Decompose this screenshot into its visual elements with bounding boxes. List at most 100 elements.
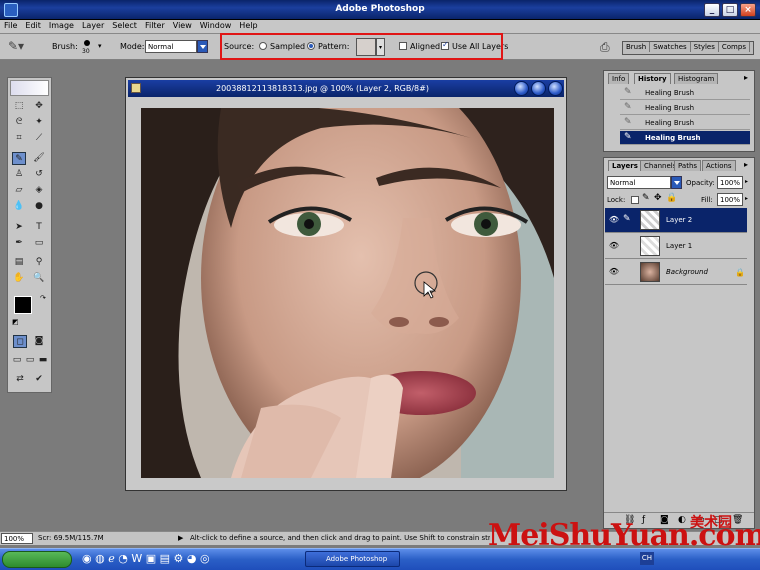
- eyedropper-tool-icon[interactable]: ⚲: [32, 256, 46, 269]
- quick-mask-mode-icon[interactable]: ◙: [32, 335, 46, 348]
- quick-launch-media-icon[interactable]: ◔: [118, 552, 128, 565]
- clone-stamp-tool-icon[interactable]: ♙: [12, 168, 26, 181]
- close-button[interactable]: ×: [740, 3, 756, 17]
- history-brush-tool-icon[interactable]: ↺: [32, 168, 46, 181]
- default-colors-icon[interactable]: ◩: [12, 318, 19, 326]
- language-indicator[interactable]: CH: [640, 552, 654, 565]
- opacity-input[interactable]: 100%: [717, 176, 743, 189]
- layer-row[interactable]: 👁 Background 🔒: [605, 260, 747, 285]
- tab-layers[interactable]: Layers: [608, 160, 642, 171]
- blur-tool-icon[interactable]: 💧: [12, 200, 26, 213]
- menu-filter[interactable]: Filter: [141, 20, 169, 31]
- edit-in-imageready-icon[interactable]: ✔: [32, 373, 46, 386]
- quick-launch-word-icon[interactable]: W: [131, 552, 142, 565]
- eraser-tool-icon[interactable]: ▱: [12, 184, 26, 197]
- magic-wand-tool-icon[interactable]: ✦: [32, 116, 46, 129]
- history-state[interactable]: Healing Brush: [620, 101, 750, 115]
- tab-history[interactable]: History: [634, 73, 671, 84]
- menu-layer[interactable]: Layer: [78, 20, 108, 31]
- tab-histogram[interactable]: Histogram: [674, 73, 719, 84]
- tab-info[interactable]: Info: [608, 73, 630, 84]
- paint-bucket-tool-icon[interactable]: ◈: [32, 184, 46, 197]
- lock-pixels-icon[interactable]: ✎: [642, 193, 650, 203]
- doc-minimize-button[interactable]: [514, 81, 529, 96]
- brush-tool-icon[interactable]: 🖌: [32, 152, 46, 165]
- palette-tab-brush[interactable]: Brush: [623, 42, 651, 52]
- quick-launch-browser-icon[interactable]: ◍: [95, 552, 105, 565]
- blend-mode-dropdown-icon[interactable]: [671, 176, 682, 189]
- zoom-tool-icon[interactable]: 🔍: [32, 272, 46, 285]
- menu-window[interactable]: Window: [196, 20, 236, 31]
- canvas-image[interactable]: [141, 108, 554, 478]
- tool-preset-healing-brush-icon[interactable]: ✎▾: [8, 40, 34, 54]
- quick-launch-qq-icon[interactable]: ◕: [187, 552, 197, 565]
- hand-tool-icon[interactable]: ✋: [12, 272, 26, 285]
- menu-help[interactable]: Help: [235, 20, 261, 31]
- foreground-color-swatch[interactable]: [14, 296, 32, 314]
- start-button[interactable]: [2, 551, 72, 568]
- visibility-eye-icon[interactable]: 👁: [608, 268, 620, 277]
- toolbox-logo[interactable]: [10, 80, 49, 96]
- menu-image[interactable]: Image: [45, 20, 78, 31]
- crop-tool-icon[interactable]: ⌗: [12, 132, 26, 145]
- slice-tool-icon[interactable]: ⟋: [32, 132, 46, 145]
- mode-dropdown-icon[interactable]: [197, 40, 208, 53]
- pen-tool-icon[interactable]: ✒: [12, 237, 26, 250]
- screen-mode-full-menu-icon[interactable]: ▭: [23, 354, 37, 367]
- layers-menu-icon[interactable]: ▸: [744, 160, 748, 169]
- type-tool-icon[interactable]: T: [32, 221, 46, 234]
- marquee-tool-icon[interactable]: ⬚: [12, 100, 26, 113]
- file-browser-icon[interactable]: ⎙: [600, 40, 610, 55]
- screen-mode-standard-icon[interactable]: ▭: [10, 354, 24, 367]
- brush-preview-icon[interactable]: [84, 40, 90, 46]
- standard-mode-icon[interactable]: ◻: [13, 335, 27, 348]
- fill-input[interactable]: 100%: [717, 193, 743, 206]
- quick-launch-folder-icon[interactable]: ▤: [160, 552, 170, 565]
- path-select-tool-icon[interactable]: ➤: [12, 221, 26, 234]
- lock-transparency-icon[interactable]: [631, 196, 639, 204]
- lock-position-icon[interactable]: ✥: [654, 193, 662, 203]
- tab-paths[interactable]: Paths: [674, 160, 702, 171]
- healing-brush-tool-icon[interactable]: ✎: [12, 152, 26, 165]
- tab-actions[interactable]: Actions: [702, 160, 736, 171]
- visibility-eye-icon[interactable]: 👁: [608, 242, 620, 251]
- lasso-tool-icon[interactable]: ᘓ: [12, 116, 26, 129]
- brush-dropdown-icon[interactable]: ▾: [98, 42, 102, 50]
- history-menu-icon[interactable]: ▸: [744, 73, 748, 82]
- jump-to-imageready-icon[interactable]: ⇄: [13, 373, 27, 386]
- quick-launch-camera-icon[interactable]: ◎: [200, 552, 210, 565]
- history-state-selected[interactable]: Healing Brush: [620, 131, 750, 145]
- maximize-button[interactable]: □: [722, 3, 738, 17]
- doc-maximize-button[interactable]: [531, 81, 546, 96]
- dodge-tool-icon[interactable]: ●: [32, 200, 46, 213]
- opacity-dropdown-icon[interactable]: ▸: [745, 178, 748, 185]
- notes-tool-icon[interactable]: ▤: [12, 256, 26, 269]
- quick-launch-settings-icon[interactable]: ⚙: [174, 552, 184, 565]
- layer-row[interactable]: 👁 ✎ Layer 2: [605, 208, 747, 233]
- zoom-field[interactable]: 100%: [1, 533, 33, 544]
- taskbar-photoshop-button[interactable]: Adobe Photoshop: [305, 551, 400, 567]
- palette-tab-styles[interactable]: Styles: [691, 42, 719, 52]
- status-arrow-icon[interactable]: ▶: [178, 534, 183, 542]
- quick-launch-ie-icon[interactable]: ℯ: [108, 552, 115, 565]
- move-tool-icon[interactable]: ✥: [32, 100, 46, 113]
- layer-row[interactable]: 👁 Layer 1: [605, 234, 747, 259]
- menu-view[interactable]: View: [169, 20, 196, 31]
- shape-tool-icon[interactable]: ▭: [32, 237, 46, 250]
- history-state[interactable]: Healing Brush: [620, 116, 750, 130]
- document-icon[interactable]: [131, 83, 141, 93]
- history-state[interactable]: Healing Brush: [620, 86, 750, 100]
- doc-close-button[interactable]: [548, 81, 563, 96]
- palette-tab-swatches[interactable]: Swatches: [650, 42, 691, 52]
- visibility-eye-icon[interactable]: 👁: [608, 216, 620, 225]
- menu-select[interactable]: Select: [108, 20, 141, 31]
- quick-launch-app-icon[interactable]: ◉: [82, 552, 92, 565]
- palette-tab-comps[interactable]: Comps: [719, 42, 750, 52]
- menu-edit[interactable]: Edit: [21, 20, 45, 31]
- menu-file[interactable]: File: [0, 20, 21, 31]
- minimize-button[interactable]: _: [704, 3, 720, 17]
- screen-mode-full-icon[interactable]: ▬: [36, 354, 50, 367]
- lock-all-icon[interactable]: 🔒: [666, 193, 677, 203]
- blend-mode-select[interactable]: Normal: [607, 176, 671, 189]
- fill-dropdown-icon[interactable]: ▸: [745, 195, 748, 202]
